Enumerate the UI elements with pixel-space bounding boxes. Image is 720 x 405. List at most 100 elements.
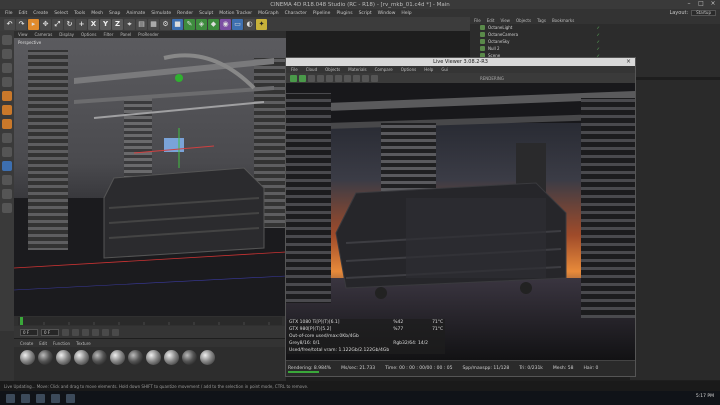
taskbar-app-icon[interactable] [36, 393, 45, 403]
add-icon[interactable]: + [76, 18, 87, 30]
texture-mode-icon[interactable] [2, 63, 12, 73]
menu-motion-tracker[interactable]: Motion Tracker [219, 11, 252, 16]
menu-simulate[interactable]: Simulate [151, 11, 171, 16]
render-picture-viewer-icon[interactable]: ▦ [148, 18, 159, 30]
vp-menu-display[interactable]: Display [59, 32, 74, 37]
menu-mograph[interactable]: MoGraph [258, 11, 278, 16]
material-swatch[interactable] [92, 350, 107, 365]
lv-menu-file[interactable]: File [291, 67, 298, 72]
mat-menu-create[interactable]: Create [20, 341, 33, 346]
cube-icon[interactable]: ■ [172, 18, 183, 30]
obj-menu-edit[interactable]: Edit [487, 18, 495, 23]
light-icon[interactable]: ✦ [256, 18, 267, 30]
obj-menu-tags[interactable]: Tags [537, 18, 546, 23]
layout-dropdown[interactable]: Startup [691, 10, 716, 16]
points-mode-icon[interactable] [2, 91, 12, 101]
x-axis-button[interactable]: X [88, 18, 99, 30]
snap-icon[interactable] [2, 161, 12, 171]
scale-icon[interactable]: ⤢ [52, 18, 63, 30]
material-swatch[interactable] [182, 350, 197, 365]
lv-menu-objects[interactable]: Objects [325, 67, 340, 72]
object-row[interactable]: OctaneLight ✓ [470, 24, 720, 31]
y-axis-button[interactable]: Y [100, 18, 111, 30]
live-selection-icon[interactable]: ▸ [28, 18, 39, 30]
menu-mesh[interactable]: Mesh [91, 11, 103, 16]
subdivision-icon[interactable]: ◈ [196, 18, 207, 30]
play-icon[interactable] [82, 328, 89, 336]
clay-mode-icon[interactable] [362, 74, 369, 82]
menu-sculpt[interactable]: Sculpt [199, 11, 213, 16]
menu-select[interactable]: Select [54, 11, 68, 16]
record-icon[interactable] [112, 328, 119, 336]
axis-mode-icon[interactable] [2, 133, 12, 143]
render-view-icon[interactable]: ▤ [136, 18, 147, 30]
lv-menu-compare[interactable]: Compare [375, 67, 393, 72]
vp-menu-panel[interactable]: Panel [120, 32, 131, 37]
timeline-ruler[interactable] [14, 316, 286, 326]
enabled-check-icon[interactable]: ✓ [597, 25, 600, 30]
mat-menu-function[interactable]: Function [53, 341, 70, 346]
vp-menu-options[interactable]: Options [81, 32, 96, 37]
undo-icon[interactable]: ↶ [4, 18, 15, 30]
object-row[interactable]: Null 2 ✓ [470, 45, 720, 52]
menu-tools[interactable]: Tools [74, 11, 85, 16]
material-swatch[interactable] [164, 350, 179, 365]
menu-file[interactable]: File [5, 11, 13, 16]
rotate-icon[interactable]: ↻ [64, 18, 75, 30]
quantize-icon[interactable] [2, 175, 12, 185]
enabled-check-icon[interactable]: ✓ [597, 46, 600, 51]
camera-icon[interactable]: ◐ [244, 18, 255, 30]
locked-workplane-icon[interactable] [2, 189, 12, 199]
obj-menu-bookmarks[interactable]: Bookmarks [552, 18, 574, 23]
obj-menu-view[interactable]: View [500, 18, 510, 23]
object-row[interactable]: OctaneSky ✓ [470, 38, 720, 45]
pen-icon[interactable]: ✎ [184, 18, 195, 30]
maximize-icon[interactable]: □ [698, 1, 704, 7]
workplane-icon[interactable] [2, 77, 12, 87]
redo-icon[interactable]: ↷ [16, 18, 27, 30]
move-icon[interactable]: ✥ [40, 18, 51, 30]
next-key-icon[interactable] [92, 328, 99, 336]
render-settings-icon[interactable]: ⚙ [160, 18, 171, 30]
lock-icon[interactable] [371, 74, 378, 82]
send-scene-icon[interactable] [290, 74, 297, 82]
polygons-mode-icon[interactable] [2, 119, 12, 129]
restart-render-icon[interactable] [299, 74, 306, 82]
make-editable-icon[interactable] [2, 35, 12, 45]
go-to-end-icon[interactable] [102, 328, 109, 336]
start-frame-field[interactable]: 0 F [20, 328, 38, 336]
region-render-icon[interactable] [353, 74, 360, 82]
taskbar-app-icon[interactable] [51, 393, 60, 403]
previous-key-icon[interactable] [72, 328, 79, 336]
z-axis-button[interactable]: Z [112, 18, 123, 30]
lv-menu-options[interactable]: Options [401, 67, 416, 72]
menu-snap[interactable]: Snap [109, 11, 120, 16]
floor-icon[interactable]: ▭ [232, 18, 243, 30]
menu-pipeline[interactable]: Pipeline [313, 11, 331, 16]
menu-script[interactable]: Script [359, 11, 372, 16]
go-to-start-icon[interactable] [62, 328, 69, 336]
menu-character[interactable]: Character [285, 11, 307, 16]
menu-edit[interactable]: Edit [19, 11, 28, 16]
menu-help[interactable]: Help [401, 11, 411, 16]
viewport-scene[interactable] [14, 38, 286, 316]
coordinate-system-icon[interactable]: ⌖ [124, 18, 135, 30]
pause-icon[interactable] [308, 74, 315, 82]
model-mode-icon[interactable] [2, 49, 12, 59]
material-swatch[interactable] [74, 350, 89, 365]
settings-icon[interactable] [326, 74, 333, 82]
material-swatch[interactable] [200, 350, 215, 365]
deformer-icon[interactable]: ◉ [220, 18, 231, 30]
array-icon[interactable]: ◆ [208, 18, 219, 30]
material-swatch[interactable] [110, 350, 125, 365]
mat-menu-texture[interactable]: Texture [76, 341, 91, 346]
pick-material-icon[interactable] [335, 74, 342, 82]
material-swatch[interactable] [20, 350, 35, 365]
material-swatch[interactable] [128, 350, 143, 365]
vp-menu-prorender[interactable]: ProRender [138, 32, 159, 37]
vp-menu-cameras[interactable]: Cameras [35, 32, 53, 37]
edges-mode-icon[interactable] [2, 105, 12, 115]
enabled-check-icon[interactable]: ✓ [597, 39, 600, 44]
stop-icon[interactable] [317, 74, 324, 82]
taskbar-app-icon[interactable] [66, 393, 75, 403]
